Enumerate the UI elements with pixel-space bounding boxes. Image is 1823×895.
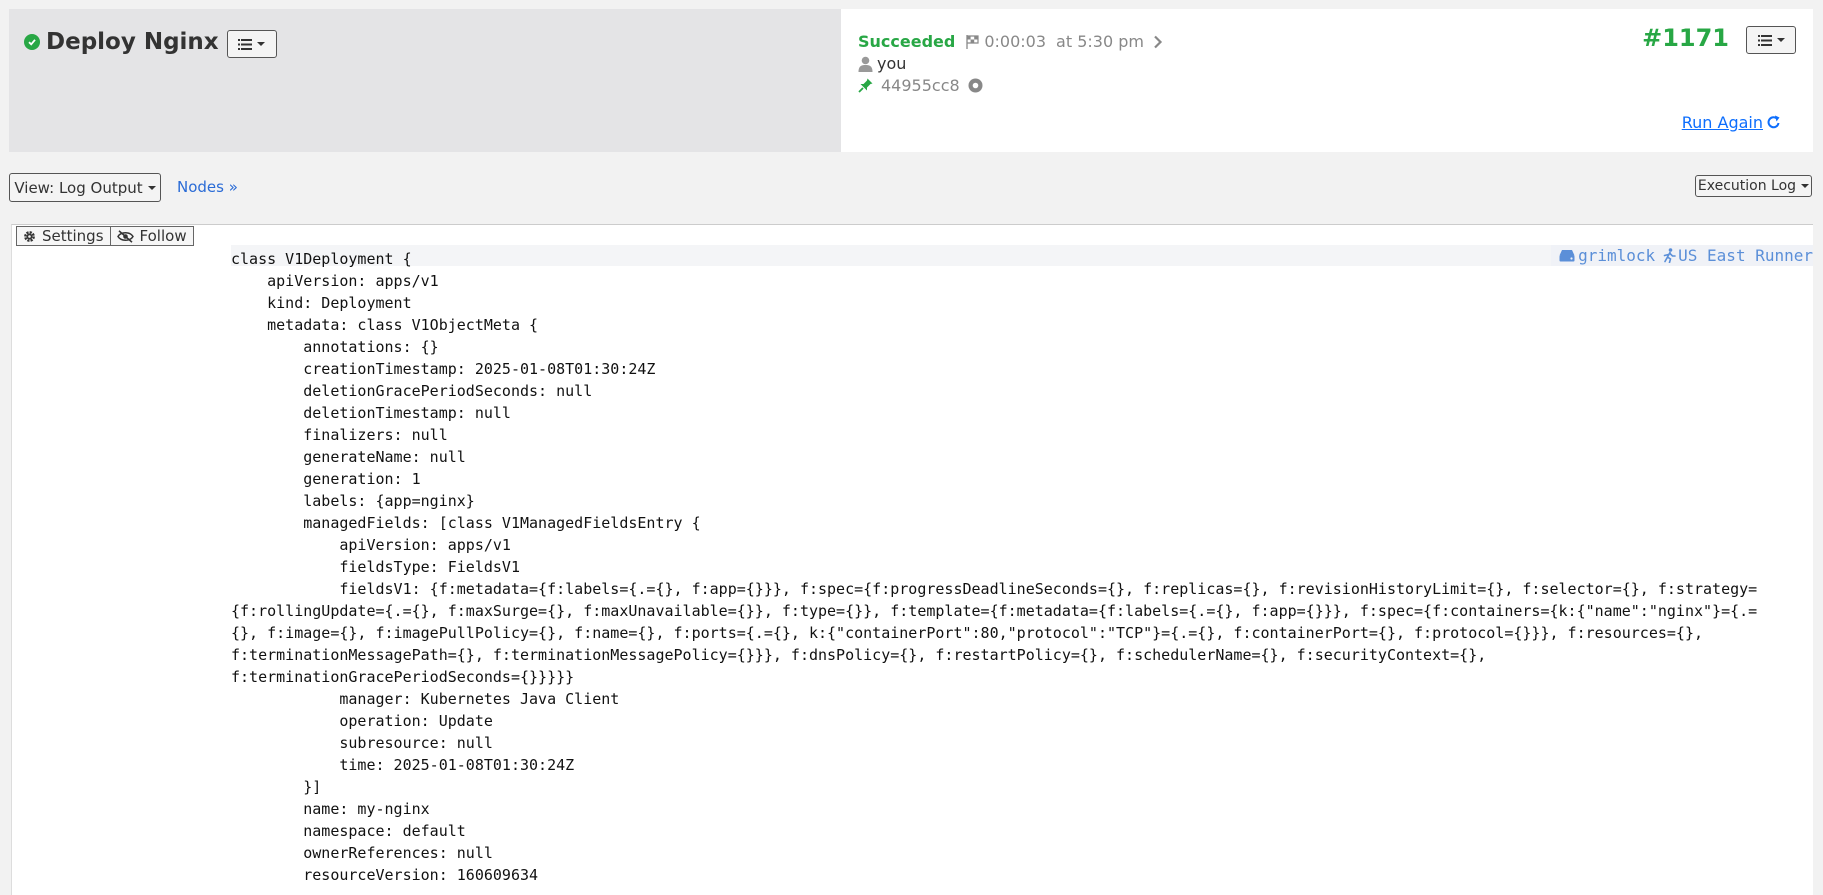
user-icon bbox=[858, 56, 873, 72]
execution-number[interactable]: #1171 bbox=[1642, 24, 1729, 52]
user-row: you bbox=[858, 54, 906, 73]
record-icon bbox=[968, 78, 983, 93]
node-name: grimlock bbox=[1578, 246, 1656, 265]
user-name: you bbox=[877, 54, 907, 73]
run-again-label: Run Again bbox=[1681, 113, 1763, 132]
node-badge[interactable]: grimlock US East Runner bbox=[1551, 245, 1813, 266]
chevron-right-icon[interactable] bbox=[1153, 35, 1163, 49]
start-time: at 5:30 pm bbox=[1056, 32, 1144, 51]
log-text: class V1Deployment { apiVersion: apps/v1… bbox=[231, 250, 1758, 884]
commit-row: 44955cc8 bbox=[858, 76, 983, 95]
view-mode-label: View: Log Output bbox=[14, 178, 143, 197]
view-mode-dropdown[interactable]: View: Log Output bbox=[9, 173, 161, 202]
pin-icon bbox=[858, 78, 873, 93]
log-body: class V1Deployment { apiVersion: apps/v1… bbox=[231, 245, 1811, 895]
follow-button[interactable]: Follow bbox=[110, 226, 194, 246]
list-icon bbox=[1757, 34, 1772, 46]
title-row: Deploy Nginx bbox=[24, 26, 277, 58]
settings-label: Settings bbox=[42, 227, 104, 245]
log-output-panel: Settings Follow class V1Deployment { api… bbox=[11, 224, 1813, 895]
refresh-icon bbox=[1767, 115, 1780, 129]
follow-label: Follow bbox=[139, 227, 187, 245]
job-actions-button[interactable] bbox=[226, 30, 277, 58]
flag-icon bbox=[966, 34, 979, 49]
job-header: Deploy Nginx bbox=[9, 9, 841, 152]
check-circle-icon bbox=[24, 34, 40, 50]
runner-name: US East Runner bbox=[1678, 246, 1813, 265]
run-again-link[interactable]: Run Again bbox=[1682, 113, 1781, 132]
caret-down-icon bbox=[1776, 38, 1785, 42]
log-toolbar: Settings Follow bbox=[16, 226, 194, 246]
execution-summary: Succeeded 0:00:03 at 5:30 pm you 44955cc… bbox=[841, 9, 1813, 152]
gear-icon bbox=[24, 230, 35, 242]
server-icon bbox=[1559, 250, 1575, 262]
list-icon bbox=[238, 38, 253, 50]
status-text: Succeeded bbox=[858, 32, 956, 51]
execution-log-dropdown[interactable]: Execution Log bbox=[1695, 175, 1812, 197]
runner-icon bbox=[1663, 248, 1676, 263]
execution-actions-button[interactable] bbox=[1746, 26, 1796, 54]
eye-slash-icon bbox=[116, 229, 134, 243]
settings-button[interactable]: Settings bbox=[16, 226, 111, 246]
execution-log-label: Execution Log bbox=[1697, 178, 1797, 194]
caret-down-icon bbox=[257, 42, 266, 46]
status-row: Succeeded 0:00:03 at 5:30 pm bbox=[858, 32, 1163, 51]
caret-down-icon bbox=[1801, 184, 1810, 188]
caret-down-icon bbox=[147, 185, 156, 190]
nodes-link[interactable]: Nodes » bbox=[177, 178, 238, 196]
duration: 0:00:03 bbox=[984, 32, 1047, 51]
job-title[interactable]: Deploy Nginx bbox=[46, 29, 219, 55]
commit-hash[interactable]: 44955cc8 bbox=[881, 76, 960, 95]
